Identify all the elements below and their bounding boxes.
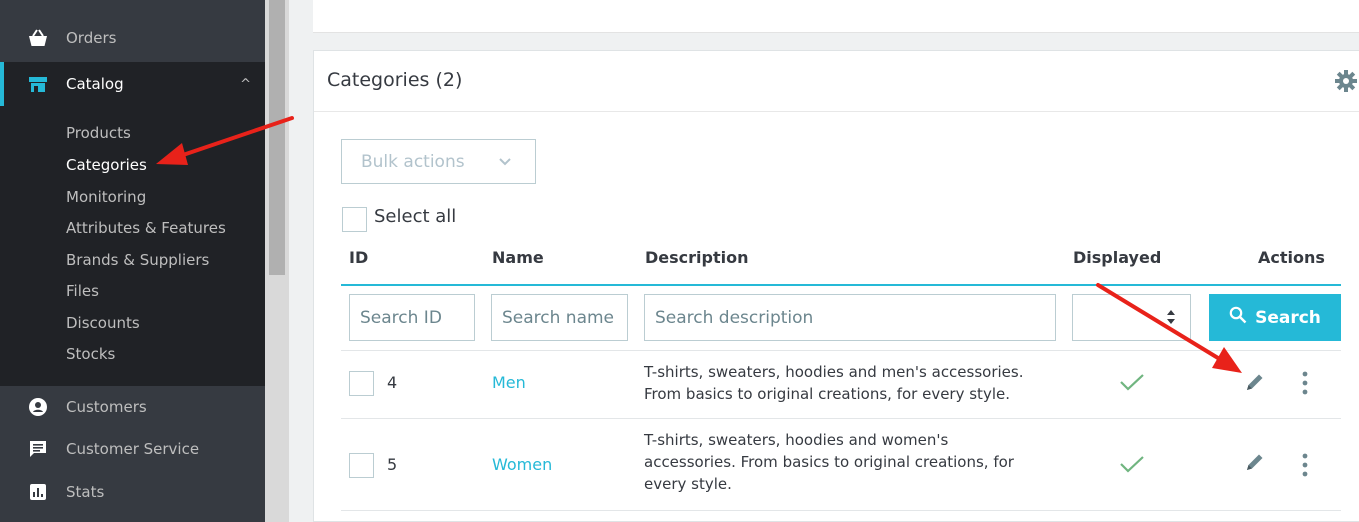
nav-orders[interactable]: Orders xyxy=(0,18,265,58)
active-indicator xyxy=(0,62,4,106)
select-all-checkbox[interactable] xyxy=(342,207,367,232)
sort-arrows-icon xyxy=(1166,307,1176,332)
nav-catalog-label: Catalog xyxy=(66,75,124,93)
check-icon[interactable] xyxy=(1119,454,1145,478)
sidebar: Orders Catalog ^ Products Categories Mon… xyxy=(0,0,265,522)
cell-description: T-shirts, sweaters, hoodies and men's ac… xyxy=(644,363,1024,403)
cell-name-link[interactable]: Men xyxy=(492,373,526,392)
header-divider xyxy=(341,284,1341,286)
column-header-name[interactable]: Name xyxy=(492,248,544,267)
chat-icon xyxy=(27,438,49,460)
pencil-icon[interactable] xyxy=(1244,451,1266,477)
submenu-discounts[interactable]: Discounts xyxy=(66,314,140,332)
search-button-label: Search xyxy=(1255,307,1321,328)
row-divider xyxy=(341,418,1341,419)
nav-stats[interactable]: Stats xyxy=(0,472,265,512)
search-id-placeholder: Search ID xyxy=(360,307,442,328)
basket-icon xyxy=(27,27,49,49)
row-checkbox[interactable] xyxy=(349,453,374,478)
search-name-input[interactable]: Search name xyxy=(491,294,628,341)
chevron-down-icon xyxy=(497,153,513,174)
search-icon xyxy=(1229,306,1247,329)
check-icon[interactable] xyxy=(1119,372,1145,396)
more-options-icon[interactable] xyxy=(1301,370,1309,400)
nav-customers[interactable]: Customers xyxy=(0,387,265,427)
submenu-files[interactable]: Files xyxy=(66,282,99,300)
row-checkbox[interactable] xyxy=(349,371,374,396)
row-divider xyxy=(341,510,1341,511)
categories-card: Categories (2) Bulk actions Select all I… xyxy=(313,50,1359,522)
cell-id: 4 xyxy=(387,373,398,392)
previous-card-bottom xyxy=(313,0,1359,33)
submenu-categories[interactable]: Categories xyxy=(66,156,147,174)
submenu-products[interactable]: Products xyxy=(66,124,131,142)
nav-stats-label: Stats xyxy=(66,483,105,501)
nav-customers-label: Customers xyxy=(66,398,147,416)
sidebar-scrollbar-thumb[interactable] xyxy=(269,0,285,275)
submenu-attributes-features[interactable]: Attributes & Features xyxy=(66,219,226,237)
search-button[interactable]: Search xyxy=(1209,294,1341,341)
search-description-input[interactable]: Search description xyxy=(644,294,1056,341)
pencil-icon[interactable] xyxy=(1244,371,1266,397)
submenu-stocks[interactable]: Stocks xyxy=(66,345,115,363)
submenu-brands-suppliers[interactable]: Brands & Suppliers xyxy=(66,251,209,269)
column-header-id[interactable]: ID xyxy=(349,248,368,267)
search-name-placeholder: Search name xyxy=(502,307,615,328)
column-header-actions: Actions xyxy=(1258,248,1325,267)
bulk-actions-label: Bulk actions xyxy=(361,151,465,172)
cell-id: 5 xyxy=(387,455,398,474)
nav-catalog[interactable]: Catalog ^ xyxy=(0,62,265,106)
account-icon xyxy=(27,396,49,418)
column-header-displayed[interactable]: Displayed xyxy=(1073,248,1161,267)
card-header: Categories (2) xyxy=(314,51,1359,112)
nav-orders-label: Orders xyxy=(66,29,117,47)
chevron-up-icon[interactable]: ^ xyxy=(240,77,251,92)
cell-description: T-shirts, sweaters, hoodies and women's … xyxy=(644,431,1014,493)
catalog-submenu: Products Categories Monitoring Attribute… xyxy=(0,106,265,386)
card-title: Categories (2) xyxy=(327,69,463,91)
nav-customer-service-label: Customer Service xyxy=(66,440,200,458)
nav-customer-service[interactable]: Customer Service xyxy=(0,429,265,469)
stats-icon xyxy=(27,481,49,503)
more-options-icon[interactable] xyxy=(1301,452,1309,482)
row-divider xyxy=(341,350,1341,351)
search-id-input[interactable]: Search ID xyxy=(349,294,475,341)
store-icon xyxy=(27,73,49,95)
submenu-monitoring[interactable]: Monitoring xyxy=(66,188,146,206)
bulk-actions-dropdown[interactable]: Bulk actions xyxy=(341,139,536,184)
displayed-filter-select[interactable] xyxy=(1072,294,1191,341)
select-all-label[interactable]: Select all xyxy=(374,206,456,227)
cell-name-link[interactable]: Women xyxy=(492,455,552,474)
gear-icon[interactable] xyxy=(1334,69,1358,93)
search-description-placeholder: Search description xyxy=(655,307,814,328)
column-header-description[interactable]: Description xyxy=(645,248,748,267)
